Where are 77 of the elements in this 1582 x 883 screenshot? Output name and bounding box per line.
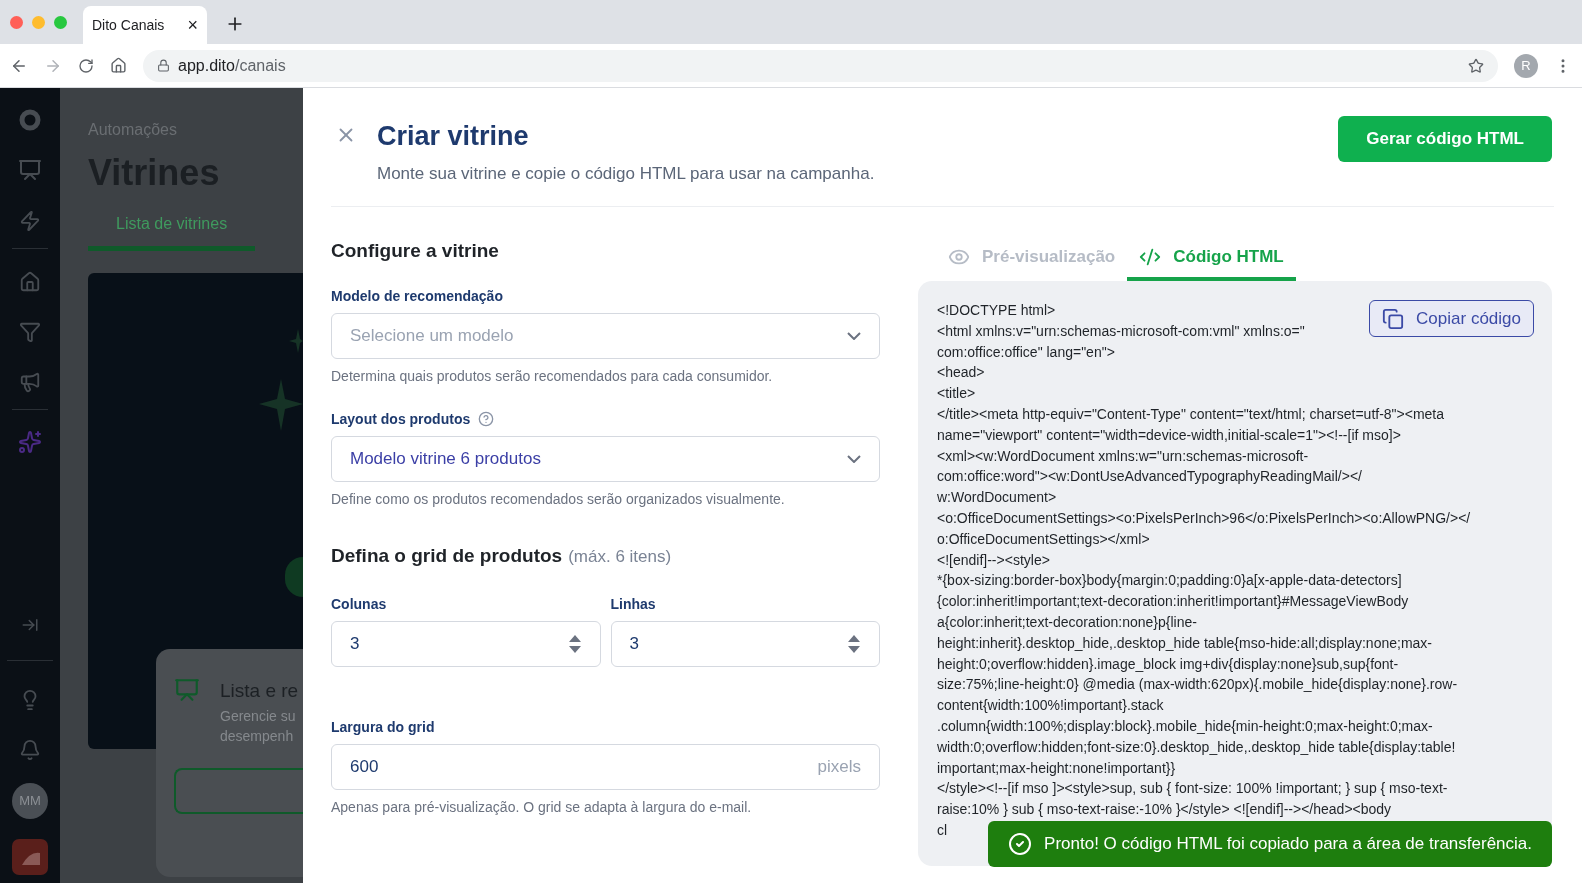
reload-icon[interactable] <box>78 57 94 74</box>
chevron-down-icon <box>847 331 861 340</box>
help-icon[interactable] <box>478 411 495 427</box>
code-line: o:OfficeDocumentSettings></xml> <box>937 529 1150 549</box>
modal-subtitle: Monte sua vitrine e copie o código HTML para usar na campanha. <box>377 162 876 185</box>
section-title: Configure a vitrine <box>331 239 500 263</box>
code-line: .column{width:100%;display:block}.mobile_hide{min-height:0;max-height:0;max- <box>937 716 1433 736</box>
code-line: important;max-height:none!important}} <box>937 758 1176 778</box>
code-line: <o:OfficeDocumentSettings><o:PixelsPerInch>96</o:PixelsPerInch><o:AllowPNG/></ <box>937 508 1471 528</box>
megaphone-icon[interactable] <box>19 371 41 393</box>
bell-icon[interactable] <box>19 739 41 761</box>
stepper-icon[interactable] <box>847 634 861 654</box>
code-line: </style><!--[if mso ]><style>sup, sub { font-size: 100% !important; } sup { mso-text- <box>937 779 1448 799</box>
brand-logo-icon[interactable] <box>12 839 48 875</box>
address-bar[interactable]: app.dito/canais <box>143 49 1498 82</box>
code-line: com:office:word"><w:DontUseAdvancedTypographyReadingMail/></ <box>937 467 1362 487</box>
minimize-window-icon[interactable] <box>32 15 45 29</box>
code-line: {color:inherit!important;text-decoration:inherit!important}#MessageViewBody <box>937 592 1409 612</box>
presentation-icon <box>174 677 200 703</box>
code-line: <html xmlns:v="urn:schemas-microsoft-com:vml" xmlns:o=" <box>937 321 1305 341</box>
code-line: w:WordDocument> <box>937 488 1057 508</box>
close-window-icon[interactable] <box>10 15 23 29</box>
code-line: raise:10% } sub { mso-text-raise:-10% }</style> <![endif]--></head><body <box>937 800 1392 820</box>
presentation-icon[interactable] <box>18 158 42 182</box>
layout-select[interactable]: Modelo vitrine 6 produtos <box>331 435 880 482</box>
grid-note: (máx. 6 itens) <box>568 545 672 568</box>
copy-icon <box>1382 307 1405 330</box>
modal-title: Criar vitrine <box>377 120 530 153</box>
home-icon[interactable] <box>110 57 127 74</box>
code-line: content{width:100%!important}.stack <box>937 696 1164 716</box>
code-line: size:75%;line-height:0} @media (max-width:620px){.mobile_hide{display:none}.row- <box>937 675 1458 695</box>
code-line: </title><meta http-equiv="Content-Type" content="text/html; charset=utf-8"><meta <box>937 405 1445 424</box>
copy-code-button[interactable]: Copiar código <box>1369 300 1534 337</box>
field-label: Largura do grid <box>331 718 435 737</box>
field-label: Modelo de recomendação <box>331 286 503 306</box>
lock-icon <box>157 59 170 72</box>
code-line: height:inherit}.desktop_hide,.desktop_hide table{mso-hide:all;display:none;max- <box>937 633 1432 653</box>
bookmark-star-icon[interactable] <box>1468 57 1484 74</box>
number-field[interactable]: 3 <box>331 621 601 667</box>
number-field[interactable]: 3 <box>610 621 880 667</box>
browser-tab[interactable]: Dito Canais × <box>83 6 207 44</box>
card-text: Gerencie su <box>220 706 297 726</box>
code-line: width:0;overflow:hidden;font-size:0}.desktop_hide,.desktop_hide table{display:table! <box>937 737 1456 757</box>
field-label: Layout dos produtos <box>331 409 471 429</box>
code-line: <head> <box>937 363 985 383</box>
code-line: com:office:office" lang="en"> <box>937 342 1115 362</box>
field-label: Linhas <box>610 595 656 614</box>
help-text: Determina quais produtos serão recomendados para cada consumidor. <box>331 366 774 386</box>
field-label: Colunas <box>331 595 387 614</box>
code-line: <xml><w:WordDocument xmlns:w="urn:schemas-microsoft- <box>937 446 1309 466</box>
url-text: app.dito/canais <box>178 55 287 76</box>
code-line: height:0;overflow:hidden}.image_block img+div{display:none}sub,sup{font- <box>937 654 1399 674</box>
card-text: desempenh <box>220 726 295 746</box>
success-toast: Pronto! O código HTML foi copiado para a área de transferência. <box>988 821 1552 867</box>
code-icon <box>1139 246 1162 268</box>
chevron-down-icon <box>847 454 861 463</box>
maximize-window-icon[interactable] <box>54 15 67 29</box>
help-text: Define como os produtos recomendados serão organizados visualmente. <box>331 489 786 509</box>
stepper-icon[interactable] <box>567 634 582 654</box>
check-circle-icon <box>1008 832 1033 856</box>
code-line: <![endif]--><style> <box>937 550 1050 570</box>
close-tab-icon[interactable]: × <box>187 11 198 39</box>
expand-sidebar-icon[interactable] <box>21 616 39 634</box>
funnel-icon[interactable] <box>19 321 41 343</box>
width-field[interactable]: 600 pixels <box>331 744 880 790</box>
code-line: <!DOCTYPE html> <box>937 301 1056 320</box>
help-text: Apenas para pré-visualização. O grid se adapta à largura do e-mail. <box>331 798 753 817</box>
code-line: <title> <box>937 384 976 404</box>
unit-suffix: pixels <box>817 756 861 779</box>
logo-icon[interactable] <box>18 108 42 132</box>
code-line: *{box-sizing:border-box}body{margin:0;padding:0}a[x-apple-data-detectors] <box>937 571 1402 591</box>
code-line: cl <box>937 820 948 840</box>
grid-title: Defina o grid de produtos <box>331 543 563 568</box>
lightning-icon[interactable] <box>19 210 41 232</box>
code-line: a{color:inherit;text-decoration:none}p{line- <box>937 612 1197 632</box>
sparkles-icon[interactable] <box>18 430 42 454</box>
code-line: name="viewport" content="width=device-width,initial-scale=1"><!--[if mso]> <box>937 425 1401 445</box>
